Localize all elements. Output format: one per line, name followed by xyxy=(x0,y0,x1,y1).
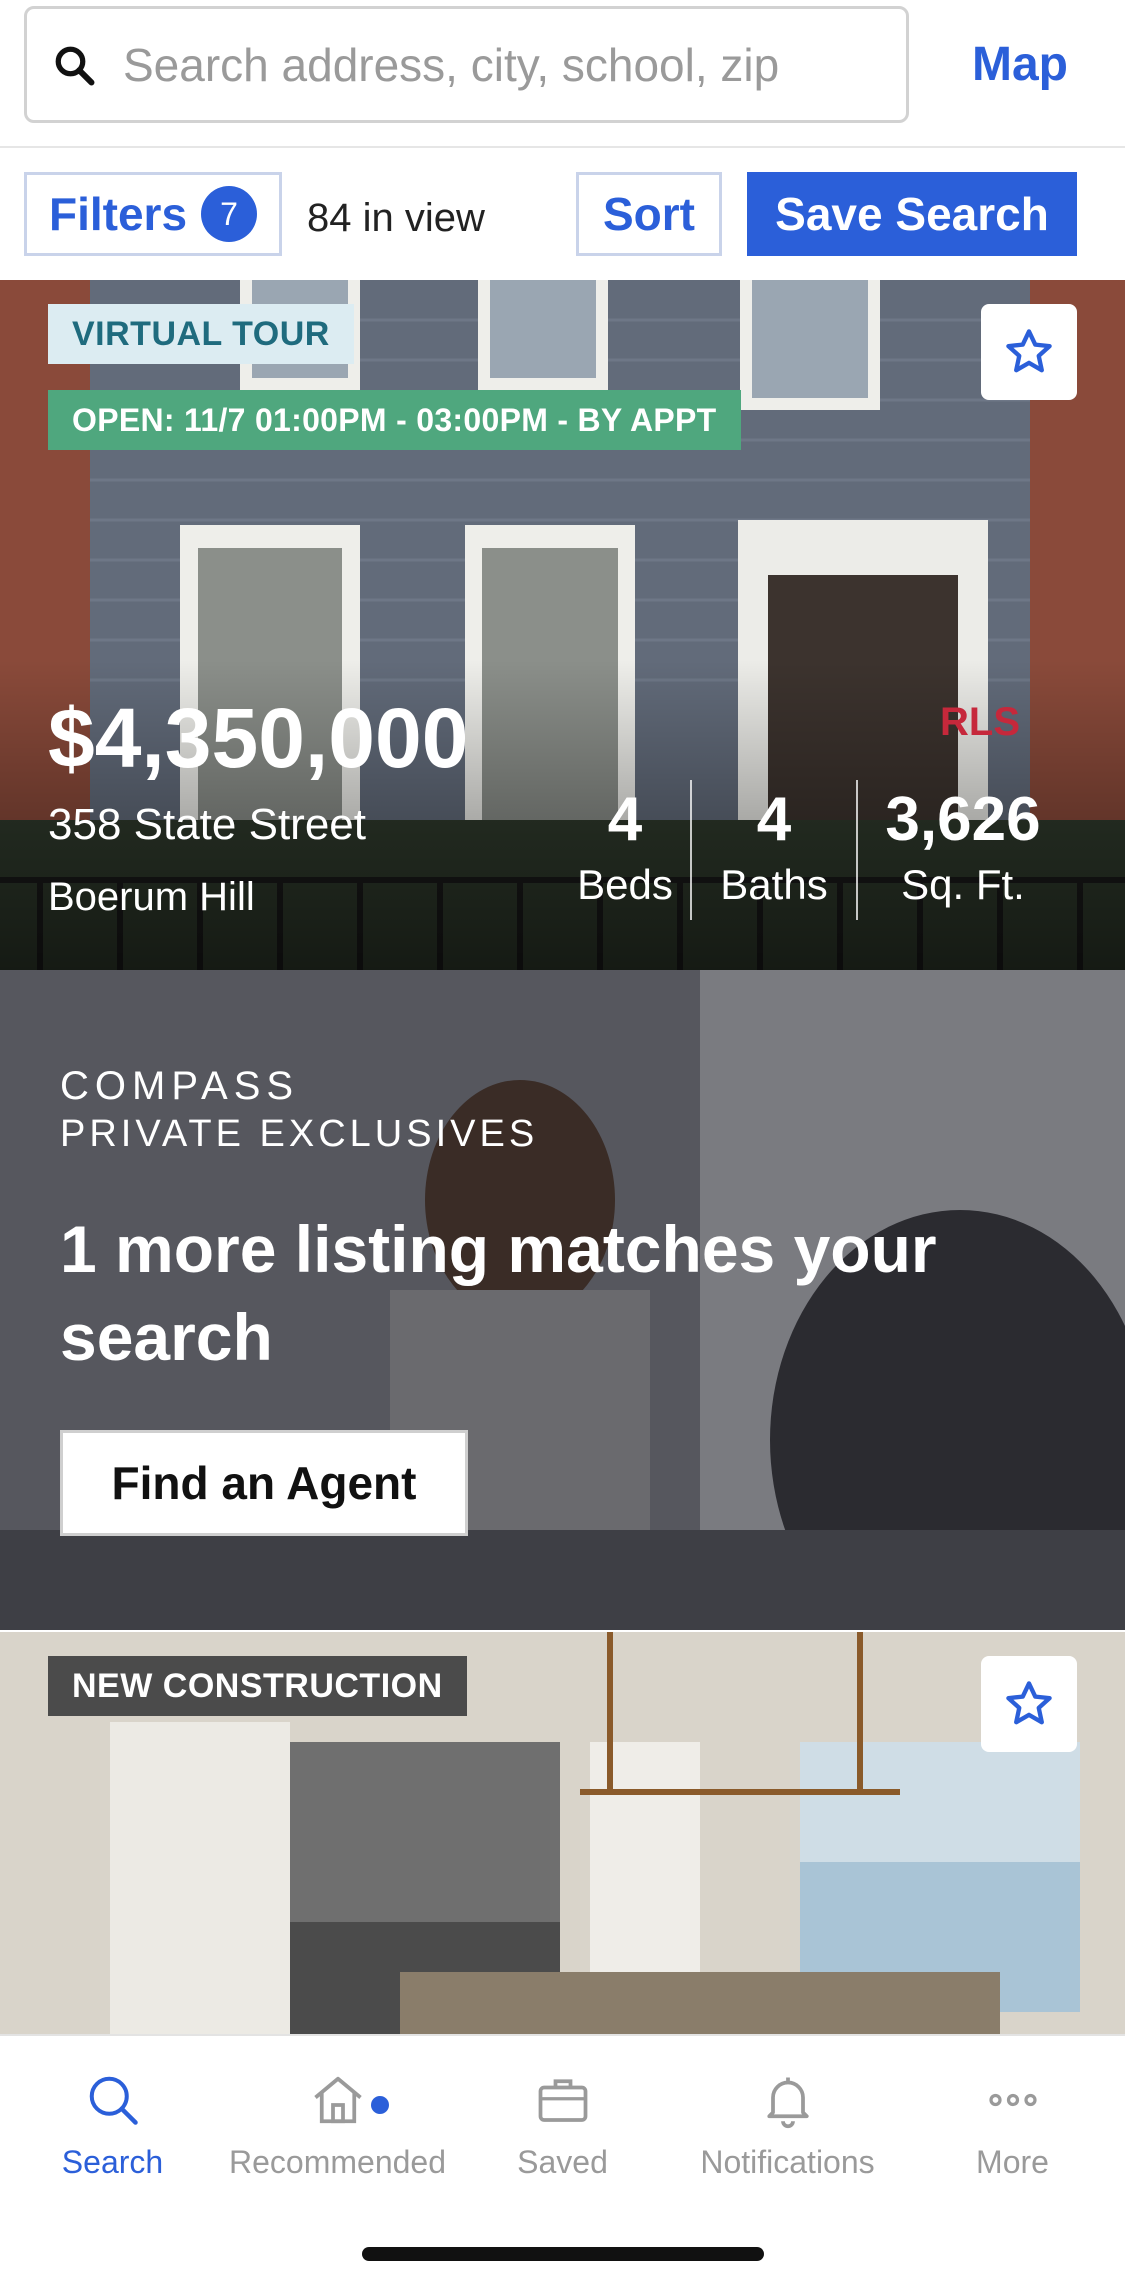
search-input[interactable] xyxy=(123,24,883,105)
beds-label: Beds xyxy=(577,861,673,908)
tab-label: Search xyxy=(61,2144,164,2180)
listing-neighborhood: Boerum Hill xyxy=(48,875,255,919)
listing-card[interactable]: VIRTUAL TOUR OPEN: 11/7 01:00PM - 03:00P… xyxy=(0,280,1125,970)
save-listing-button[interactable] xyxy=(981,1656,1077,1752)
filters-button[interactable]: Filters 7 xyxy=(24,172,282,256)
listing-price: $4,350,000 xyxy=(48,691,469,785)
brokerage-logo: RLS xyxy=(940,700,1020,744)
star-icon xyxy=(1006,329,1052,373)
tab-label: Saved xyxy=(517,2144,608,2180)
find-agent-button[interactable]: Find an Agent xyxy=(60,1430,468,1536)
search-bar[interactable] xyxy=(24,6,909,123)
promo-heading: 1 more listing matches your search xyxy=(60,1212,937,1374)
tab-label: Recommended xyxy=(229,2144,446,2180)
sqft-label: Sq. Ft. xyxy=(901,861,1025,908)
briefcase-icon xyxy=(538,2079,587,2122)
tab-recommended[interactable]: Recommended xyxy=(225,2060,450,2210)
sqft-stat: 3,626 Sq. Ft. xyxy=(858,780,1068,920)
beds-stat: 4 Beds xyxy=(560,780,690,920)
baths-stat: 4 Baths xyxy=(692,780,856,920)
beds-value: 4 xyxy=(607,785,643,854)
search-icon xyxy=(89,2076,138,2125)
new-recommendations-dot xyxy=(371,2096,389,2114)
bell-icon xyxy=(766,2077,809,2129)
tab-more[interactable]: More xyxy=(900,2060,1125,2210)
promo-brand: COMPASS xyxy=(60,1064,300,1108)
home-icon xyxy=(313,2076,362,2124)
home-indicator xyxy=(362,2247,764,2261)
tab-label: More xyxy=(976,2144,1049,2180)
private-exclusives-promo: COMPASS PRIVATE EXCLUSIVES 1 more listin… xyxy=(0,970,1125,1630)
baths-value: 4 xyxy=(756,785,792,854)
sqft-value: 3,626 xyxy=(885,785,1041,854)
tab-search[interactable]: Search xyxy=(0,2060,225,2210)
virtual-tour-badge: VIRTUAL TOUR xyxy=(48,304,354,364)
tab-saved[interactable]: Saved xyxy=(450,2060,675,2210)
header-divider xyxy=(0,146,1125,148)
sort-button[interactable]: Sort xyxy=(576,172,722,256)
promo-subtitle: PRIVATE EXCLUSIVES xyxy=(60,1113,539,1155)
map-button[interactable]: Map xyxy=(940,30,1100,100)
search-icon xyxy=(55,46,95,85)
tab-notifications[interactable]: Notifications xyxy=(675,2060,900,2210)
baths-label: Baths xyxy=(720,861,828,908)
results-count: 84 in view xyxy=(307,196,485,240)
filters-label: Filters xyxy=(49,188,188,240)
listing-address: 358 State Street xyxy=(48,800,366,849)
open-house-badge: OPEN: 11/7 01:00PM - 03:00PM - BY APPT xyxy=(48,390,741,450)
save-search-button[interactable]: Save Search xyxy=(747,172,1077,256)
filters-count-badge: 7 xyxy=(201,186,258,242)
listing-card[interactable]: NEW CONSTRUCTION xyxy=(0,1632,1125,2034)
search-results-screen: Map Filters 7 84 in view Sort Save Searc… xyxy=(0,0,1125,2284)
save-listing-button[interactable] xyxy=(981,304,1077,400)
listing-stats: 4 Beds 4 Baths 3,626 Sq. Ft. xyxy=(560,780,1068,920)
new-construction-badge: NEW CONSTRUCTION xyxy=(48,1656,467,1716)
more-icon xyxy=(988,2093,1037,2107)
tab-label: Notifications xyxy=(700,2144,875,2180)
star-icon xyxy=(1006,1681,1052,1725)
